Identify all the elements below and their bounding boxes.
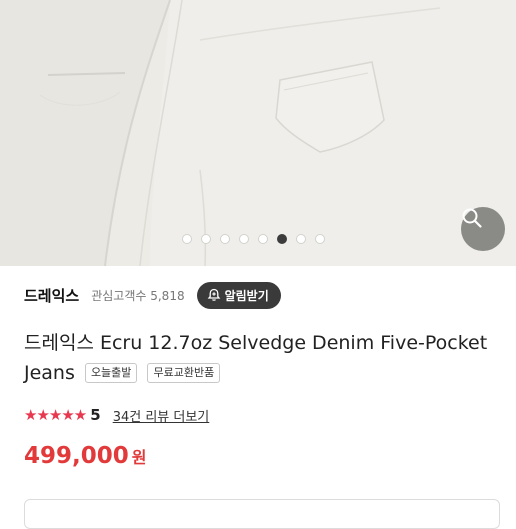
rating-score: 5 — [90, 406, 101, 424]
price-row: 499,000 원 — [24, 443, 147, 477]
option-box[interactable] — [24, 499, 500, 529]
bell-plus-icon — [207, 288, 220, 301]
price-currency: 원 — [131, 448, 147, 467]
badge-free-return: 무료교환반품 — [147, 363, 221, 383]
brand-row: 드레익스 관심고객수 5,818 알림받기 — [24, 280, 281, 310]
carousel-dot[interactable] — [201, 234, 211, 244]
interest-count: 관심고객수 5,818 — [91, 287, 184, 304]
carousel-dot[interactable] — [258, 234, 268, 244]
carousel-dot[interactable] — [296, 234, 306, 244]
carousel-dot[interactable] — [315, 234, 325, 244]
carousel-dot[interactable] — [239, 234, 249, 244]
product-title: 드레익스 Ecru 12.7oz Selvedge Denim Five-Poc… — [24, 328, 494, 388]
price-amount: 499,000 — [24, 443, 129, 469]
review-link[interactable]: 34건 리뷰 더보기 — [113, 406, 210, 425]
carousel-dot[interactable] — [182, 234, 192, 244]
search-icon — [462, 208, 482, 228]
carousel-dot-active[interactable] — [277, 234, 287, 244]
interest-label: 관심고객수 — [91, 288, 147, 303]
badge-today-ship: 오늘출발 — [84, 363, 138, 383]
alert-label: 알림받기 — [224, 288, 269, 303]
alert-button[interactable]: 알림받기 — [196, 281, 281, 309]
jeans-photo — [0, 0, 516, 266]
star-rating-icon: ★★★★★ — [24, 406, 87, 424]
interest-value: 5,818 — [150, 288, 185, 303]
brand-name[interactable]: 드레익스 — [24, 285, 79, 306]
product-image[interactable] — [0, 0, 516, 266]
carousel-dots — [182, 234, 325, 244]
rating-row: ★★★★★ 5 34건 리뷰 더보기 — [24, 404, 209, 426]
zoom-button[interactable] — [461, 207, 505, 251]
carousel-dot[interactable] — [220, 234, 230, 244]
